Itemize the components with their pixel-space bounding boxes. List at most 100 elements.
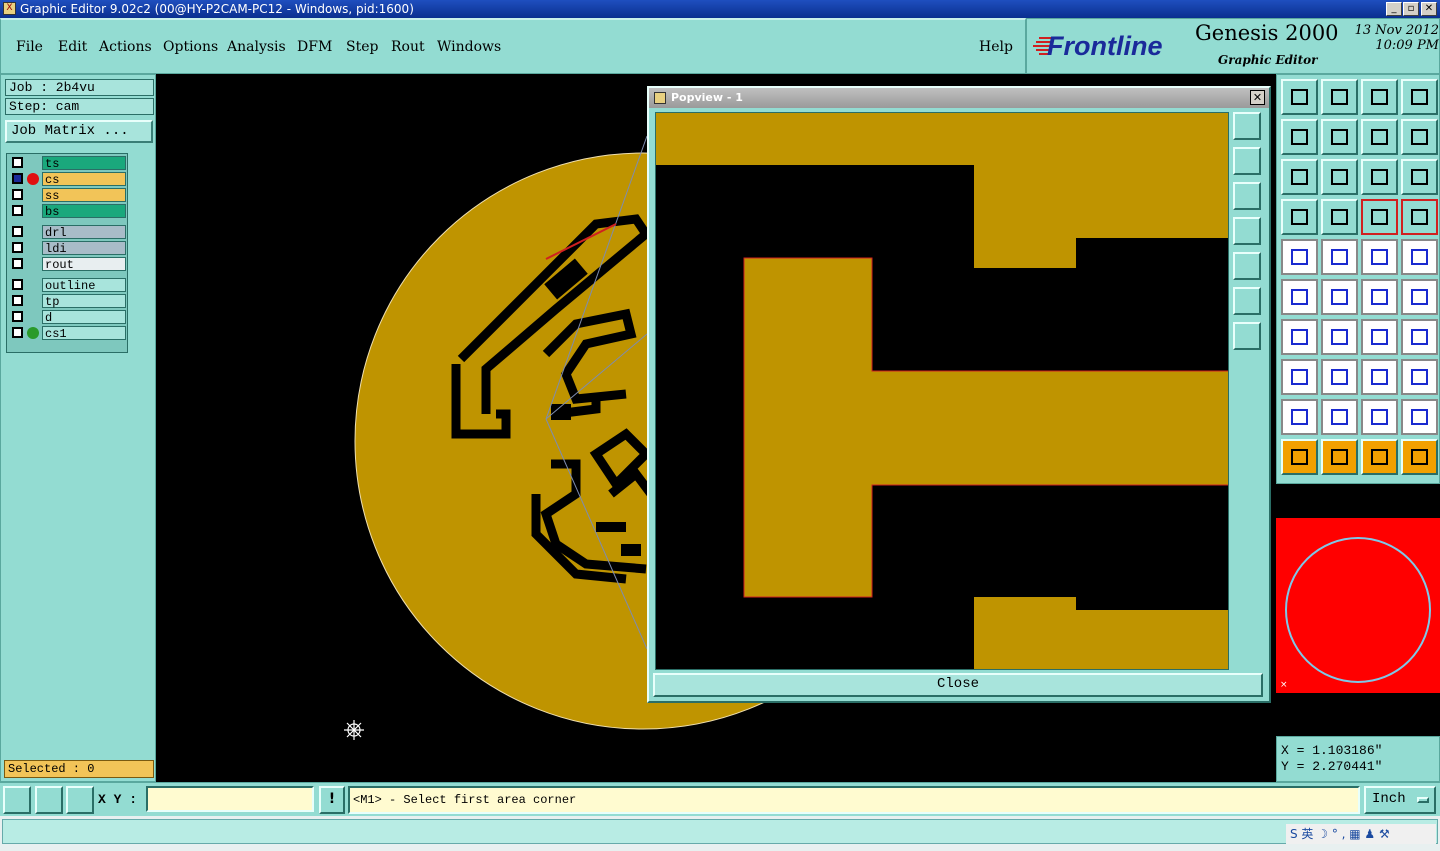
layer-row-d[interactable]: d	[9, 310, 127, 325]
move-point-icon[interactable]	[1361, 279, 1398, 315]
xy-input[interactable]	[146, 786, 314, 812]
layer-name[interactable]: drl	[42, 225, 126, 240]
popview-close-icon[interactable]: ✕	[1250, 90, 1265, 105]
layer-row-ss[interactable]: ss	[9, 188, 127, 203]
flip-text-icon[interactable]	[1401, 319, 1438, 355]
ime-toolbar[interactable]: S 英 ☽ ° , ▦ ♟ ⚒	[1286, 824, 1436, 844]
move-left-icon[interactable]	[1281, 119, 1318, 155]
popview-close-button[interactable]: Close	[653, 673, 1263, 697]
window-split-icon[interactable]	[1401, 79, 1438, 115]
triangle-d-icon[interactable]	[1401, 399, 1438, 435]
menu-edit[interactable]: Edit	[58, 39, 87, 55]
layer-row-cs[interactable]: cs	[9, 172, 127, 187]
layer-row-ldi[interactable]: ldi	[9, 241, 127, 256]
menu-options[interactable]: Options	[163, 39, 218, 55]
pad-select-icon[interactable]	[1281, 359, 1318, 395]
layer-checkbox[interactable]	[12, 226, 23, 237]
menu-analysis[interactable]: Analysis	[227, 39, 286, 55]
layer-name[interactable]: tp	[42, 294, 126, 309]
menu-dfm[interactable]: DFM	[297, 39, 332, 55]
pop-pan-down-icon[interactable]	[1233, 182, 1261, 210]
pop-pan-up-icon[interactable]	[1233, 147, 1261, 175]
draw-line-icon[interactable]	[1321, 239, 1358, 275]
select-arrow-icon[interactable]	[1281, 439, 1318, 475]
pop-pan-left-icon[interactable]	[1233, 217, 1261, 245]
layer-checkbox[interactable]	[12, 189, 23, 200]
measure-icon[interactable]	[35, 786, 63, 814]
minimize-button[interactable]: _	[1386, 2, 1402, 16]
layer-row-drl[interactable]: drl	[9, 225, 127, 240]
layer-row-cs1[interactable]: cs1	[9, 326, 127, 341]
pop-zoom-window-icon[interactable]	[1233, 112, 1261, 140]
layer-name[interactable]: ts	[42, 156, 126, 171]
stretch-icon[interactable]	[1361, 359, 1398, 395]
layer-name[interactable]: cs	[42, 172, 126, 187]
layer-name[interactable]: d	[42, 310, 126, 325]
angle-icon[interactable]	[1281, 319, 1318, 355]
zoom-fit-icon[interactable]	[1281, 159, 1318, 195]
cut-line-icon[interactable]	[1321, 359, 1358, 395]
route-path-icon[interactable]	[1401, 439, 1438, 475]
layer-row-ts[interactable]: ts	[9, 156, 127, 171]
layer-name[interactable]: outline	[42, 278, 126, 293]
snap-icon[interactable]	[3, 786, 31, 814]
layer-row-bs[interactable]: bs	[9, 204, 127, 219]
pad-round-icon[interactable]	[1401, 239, 1438, 275]
job-matrix-button[interactable]: Job Matrix ...	[5, 120, 153, 143]
layer-row-rout[interactable]: rout	[9, 257, 127, 272]
menu-help[interactable]: Help	[979, 39, 1013, 55]
triangle-a-icon[interactable]	[1281, 399, 1318, 435]
menu-file[interactable]: File	[16, 39, 43, 55]
layer-checkbox[interactable]	[12, 279, 23, 290]
arc-icon[interactable]	[1361, 319, 1398, 355]
maximize-button[interactable]: ▫	[1403, 2, 1419, 16]
menu-step[interactable]: Step	[346, 39, 378, 55]
layer-name[interactable]: cs1	[42, 326, 126, 341]
units-selector[interactable]: Inch	[1364, 786, 1436, 814]
move-point-alt-icon[interactable]	[1401, 279, 1438, 315]
help-icon[interactable]	[1401, 159, 1438, 195]
layer-row-outline[interactable]: outline	[9, 278, 127, 293]
close-window-button[interactable]: ✕	[1421, 2, 1437, 16]
layer-checkbox[interactable]	[12, 173, 23, 184]
layer-name[interactable]: ldi	[42, 241, 126, 256]
menu-rout[interactable]: Rout	[391, 39, 425, 55]
home-icon[interactable]	[1361, 79, 1398, 115]
save-icon[interactable]	[1321, 79, 1358, 115]
layer-swap-icon[interactable]	[1401, 199, 1438, 235]
overview-preview[interactable]: ×	[1276, 484, 1440, 736]
shape-icon[interactable]	[1401, 359, 1438, 395]
move-right-icon[interactable]	[1321, 119, 1358, 155]
pop-zoom-fit-icon[interactable]	[1233, 322, 1261, 350]
add-pad-icon[interactable]	[1281, 239, 1318, 275]
layer-row-tp[interactable]: tp	[9, 294, 127, 309]
line-edit-icon[interactable]	[1321, 319, 1358, 355]
layer-checkbox[interactable]	[12, 327, 23, 338]
menu-actions[interactable]: Actions	[99, 39, 152, 55]
layer-checkbox[interactable]	[12, 295, 23, 306]
layer-checkbox[interactable]	[12, 242, 23, 253]
select-arrow-circle-icon[interactable]	[1361, 439, 1398, 475]
popview-canvas[interactable]	[655, 112, 1229, 670]
layer-checkbox[interactable]	[12, 157, 23, 168]
layer-name[interactable]: bs	[42, 204, 126, 219]
grid-icon[interactable]	[66, 786, 94, 814]
select-arrow-box-icon[interactable]	[1321, 439, 1358, 475]
undo-icon[interactable]	[1361, 119, 1398, 155]
exclamation-button[interactable]: !	[319, 786, 345, 814]
cross-icon[interactable]	[1321, 279, 1358, 315]
layer-name[interactable]: ss	[42, 188, 126, 203]
triangle-b-icon[interactable]	[1321, 399, 1358, 435]
layer-checkbox[interactable]	[12, 205, 23, 216]
layer-checkbox[interactable]	[12, 258, 23, 269]
open-job-icon[interactable]	[1281, 79, 1318, 115]
settings-icon[interactable]	[1281, 199, 1318, 235]
redo-icon[interactable]	[1401, 119, 1438, 155]
layer-name[interactable]: rout	[42, 257, 126, 272]
ruler-icon[interactable]	[1361, 239, 1398, 275]
pop-pan-right-icon[interactable]	[1233, 252, 1261, 280]
layer-checkbox[interactable]	[12, 311, 23, 322]
grid-view-icon[interactable]	[1321, 199, 1358, 235]
layer-compare-icon[interactable]	[1361, 199, 1398, 235]
nodes-icon[interactable]	[1281, 279, 1318, 315]
